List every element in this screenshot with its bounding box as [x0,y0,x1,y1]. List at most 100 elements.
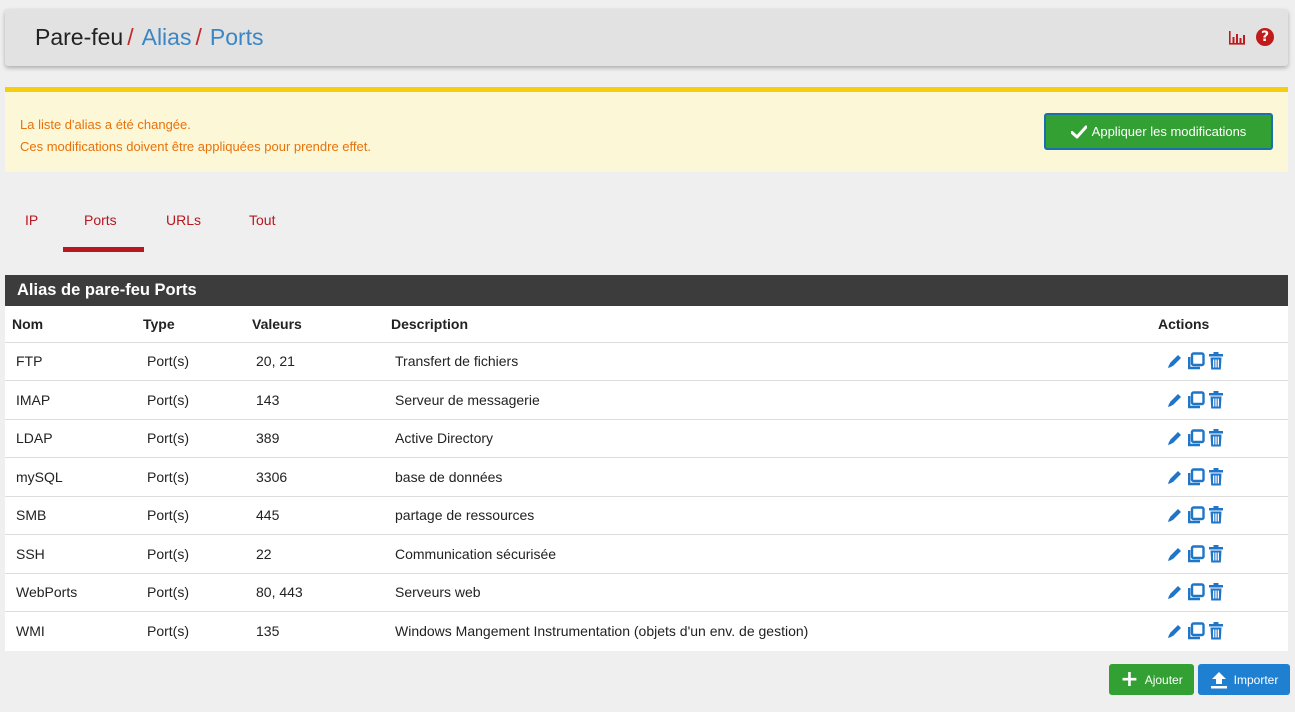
table-row: WMI Port(s) 135 Windows Mangement Instrumen… [5,612,1288,651]
apply-changes-button[interactable]: Appliquer les modifications [1044,113,1273,150]
page-header: Pare-feu / Alias / Ports ? [5,9,1288,66]
alias-name: mySQL [5,457,143,497]
alias-description: Transfert de fichiers [391,342,1158,381]
column-header-name[interactable]: Nom [5,306,143,343]
alias-description: Communication sécurisée [391,534,1158,574]
apply-changes-label: Appliquer les modifications [1091,124,1247,139]
alias-description: partage de ressources [391,496,1158,535]
plus-icon: + [1120,666,1139,692]
alias-values: 22 [252,534,391,574]
tab-ports[interactable]: Ports [84,212,117,228]
edit-icon[interactable] [1166,429,1184,447]
import-button[interactable]: Importer [1198,664,1290,695]
copy-icon[interactable] [1187,622,1205,640]
changes-alert: La liste d'alias a été changée. Ces modi… [5,87,1288,172]
column-header-description[interactable]: Description [391,306,1158,343]
table-row: IMAP Port(s) 143 Serveur de messagerie [5,380,1288,420]
tab-tout[interactable]: Tout [249,212,275,228]
edit-icon[interactable] [1166,352,1184,370]
row-actions [1158,419,1288,458]
delete-icon[interactable] [1208,622,1224,640]
edit-icon[interactable] [1166,506,1184,524]
alert-message: La liste d'alias a été changée. [20,117,191,132]
alias-name: LDAP [5,419,143,458]
alias-values: 80, 443 [252,573,391,612]
breadcrumb-ports-link[interactable]: Ports [210,24,264,51]
column-header-values[interactable]: Valeurs [252,306,391,343]
tab-ip[interactable]: IP [25,212,38,228]
copy-icon[interactable] [1187,583,1205,601]
chart-icon[interactable] [1228,29,1246,45]
delete-icon[interactable] [1208,467,1224,486]
row-actions [1158,612,1288,651]
copy-icon[interactable] [1187,468,1205,486]
delete-icon[interactable] [1208,544,1224,563]
copy-icon[interactable] [1187,352,1205,370]
edit-icon[interactable] [1166,583,1184,601]
alias-description: base de données [391,457,1158,497]
alias-type: Port(s) [147,623,189,639]
alias-type: Port(s) [143,342,252,381]
alias-type: Port(s) [143,457,252,497]
alias-description: Active Directory [391,419,1158,458]
alias-values: 389 [252,419,391,458]
alert-message: Ces modifications doivent être appliquée… [20,139,371,154]
check-icon [1070,125,1087,138]
table-header-row: Nom Type Valeurs Description Actions [5,306,1288,343]
alias-type: Port(s) [143,573,252,612]
delete-icon[interactable] [1208,429,1224,447]
header-icons: ? [1228,28,1274,46]
alias-type: Port(s) [143,380,252,420]
tab-urls[interactable]: URLs [166,212,201,228]
alias-values: 20, 21 [252,342,391,381]
action-icons [1166,352,1288,370]
upload-icon [1210,671,1227,688]
copy-icon[interactable] [1187,391,1205,409]
breadcrumb-alias-link[interactable]: Alias [142,24,192,51]
table-row: mySQL Port(s) 3306 base de données [5,457,1288,497]
copy-icon[interactable] [1187,429,1205,447]
edit-icon[interactable] [1166,545,1184,563]
add-label: Ajouter [1144,672,1183,687]
alias-values: 135 [256,623,280,639]
column-header-type[interactable]: Type [143,306,252,343]
alias-values: 143 [252,380,391,420]
copy-icon[interactable] [1187,545,1205,563]
table-row: LDAP Port(s) 389 Active Directory [5,419,1288,458]
table-row: SSH Port(s) 22 Communication sécurisée [5,534,1288,574]
action-icons [1166,467,1288,486]
add-alias-button[interactable]: + Ajouter [1109,664,1194,695]
alias-name: WMI [16,623,45,639]
delete-icon[interactable] [1208,352,1224,370]
alias-type: Port(s) [143,419,252,458]
edit-icon[interactable] [1166,391,1184,409]
copy-icon[interactable] [1187,506,1205,524]
import-label: Importer [1233,672,1279,687]
delete-icon[interactable] [1208,390,1224,409]
breadcrumb-separator: / [127,24,134,50]
delete-icon[interactable] [1208,506,1224,524]
action-icons [1166,622,1288,640]
breadcrumb-root: Pare-feu [35,24,124,50]
row-actions [1158,380,1288,420]
help-icon[interactable]: ? [1256,28,1274,46]
alias-description: Serveur de messagerie [391,380,1158,420]
table-row: SMB Port(s) 445 partage de ressources [5,496,1288,535]
alias-description: Serveurs web [391,573,1158,612]
alias-description: Windows Mangement Instrumentation (objet… [395,623,809,639]
column-header-actions: Actions [1158,306,1288,343]
breadcrumb: Pare-feu / Alias / Ports [35,24,264,51]
delete-icon[interactable] [1208,583,1224,601]
edit-icon[interactable] [1166,468,1184,486]
action-icons [1166,429,1288,447]
edit-icon[interactable] [1166,622,1184,640]
table-row: FTP Port(s) 20, 21 Transfert de fichiers [5,342,1288,381]
alias-name: IMAP [5,380,143,420]
panel-title: Alias de pare-feu Ports [5,275,1288,306]
alias-name: SSH [5,534,143,574]
alias-name: SMB [5,496,143,535]
action-icons [1166,390,1288,409]
aliases-table: Nom Type Valeurs Description Actions FTP… [5,306,1288,650]
breadcrumb-separator: / [195,24,202,50]
row-actions [1158,342,1288,381]
